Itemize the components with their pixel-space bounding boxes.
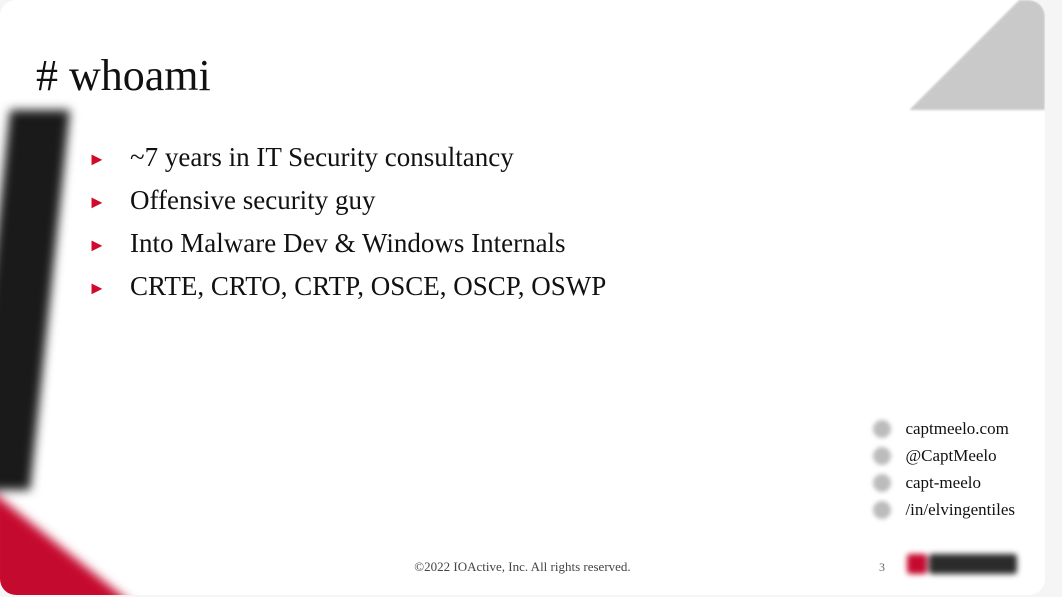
page-number: 3 [879,560,885,575]
contact-row-twitter: @CaptMeelo [873,446,1015,466]
bullet-text: ~7 years in IT Security consultancy [130,142,514,173]
contact-row-website: captmeelo.com [873,419,1015,439]
bullet-text: CRTE, CRTO, CRTP, OSCE, OSCP, OSWP [130,271,606,302]
contact-text: capt-meelo [905,473,981,493]
bullet-item: ► CRTE, CRTO, CRTP, OSCE, OSCP, OSWP [88,271,606,302]
slide: # whoami ► ~7 years in IT Security consu… [0,0,1045,595]
linkedin-icon [873,501,891,519]
contact-list: captmeelo.com @CaptMeelo capt-meelo /in/… [873,419,1015,527]
twitter-icon [873,447,891,465]
bullet-text: Offensive security guy [130,185,375,216]
bullet-item: ► ~7 years in IT Security consultancy [88,142,606,173]
bullet-icon: ► [88,278,130,299]
contact-text: /in/elvingentiles [905,500,1015,520]
left-decoration [0,110,55,595]
bullet-item: ► Into Malware Dev & Windows Internals [88,228,606,259]
github-icon [873,474,891,492]
bullet-icon: ► [88,149,130,170]
bullet-item: ► Offensive security guy [88,185,606,216]
contact-row-github: capt-meelo [873,473,1015,493]
bullet-list: ► ~7 years in IT Security consultancy ► … [88,142,606,314]
contact-text: @CaptMeelo [905,446,996,466]
contact-row-linkedin: /in/elvingentiles [873,500,1015,520]
company-logo [907,549,1017,579]
slide-title: # whoami [36,50,211,101]
corner-decoration [885,0,1045,110]
bullet-icon: ► [88,192,130,213]
contact-text: captmeelo.com [905,419,1008,439]
globe-icon [873,420,891,438]
copyright-text: ©2022 IOActive, Inc. All rights reserved… [0,559,1045,575]
bullet-text: Into Malware Dev & Windows Internals [130,228,566,259]
bullet-icon: ► [88,235,130,256]
